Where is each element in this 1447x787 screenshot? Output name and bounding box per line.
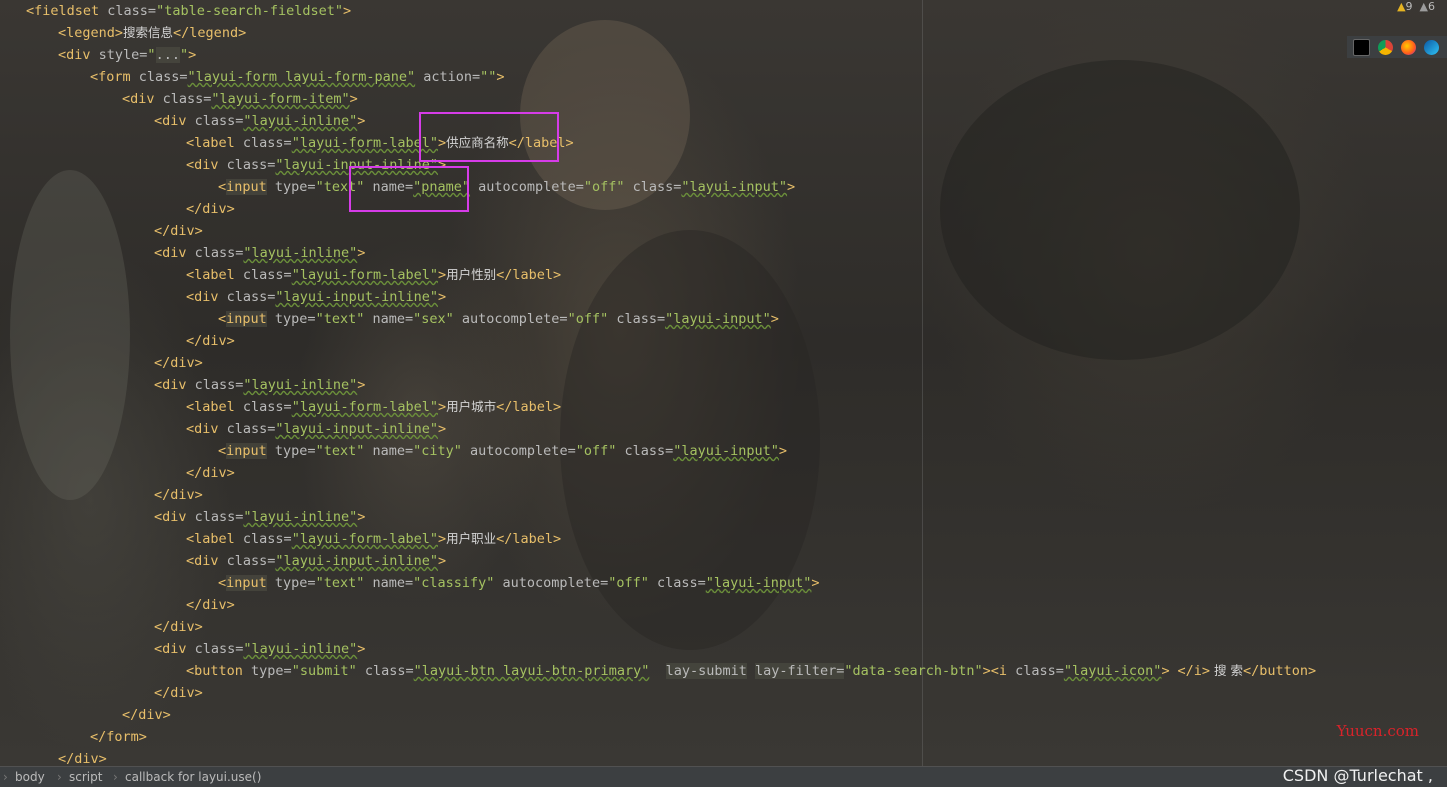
code-line: </div> xyxy=(186,597,235,613)
code-line: </div> xyxy=(186,465,235,481)
breadcrumb-separator-icon: › xyxy=(57,770,62,784)
code-line: <button type="submit" class="layui-btn l… xyxy=(186,663,1317,679)
status-bar: › body › script › callback for layui.use… xyxy=(0,766,1447,787)
code-line: <form class="layui-form layui-form-pane"… xyxy=(90,69,505,85)
watermark: Yuucn.com xyxy=(1336,722,1419,740)
warning-icon: ▲ xyxy=(1397,0,1406,13)
inspection-widget[interactable]: ▲9 ▲6 xyxy=(1397,0,1435,14)
code-line: <input type="text" name="classify" autoc… xyxy=(218,575,820,591)
folded-code: ... xyxy=(155,47,180,63)
code-line: <input type="text" name="sex" autocomple… xyxy=(218,311,779,327)
code-line: </div> xyxy=(154,619,203,635)
firefox-icon[interactable] xyxy=(1401,39,1416,55)
highlight-box-pname xyxy=(349,166,469,212)
code-line: <label class="layui-form-label">用户性别</la… xyxy=(186,267,562,283)
code-editor[interactable]: <fieldset class="table-search-fieldset">… xyxy=(0,0,1447,767)
warning-count: 9 xyxy=(1405,0,1413,13)
code-line: </div> xyxy=(186,333,235,349)
code-line: <input type="text" name="city" autocompl… xyxy=(218,443,788,459)
csdn-watermark: CSDN @Turlechat , xyxy=(1282,766,1433,785)
chrome-icon[interactable] xyxy=(1378,39,1393,55)
code-line: <legend>搜索信息</legend> xyxy=(58,25,247,41)
code-line: <div class="layui-inline"> xyxy=(154,245,366,261)
code-line: <div class="layui-inline"> xyxy=(154,641,366,657)
code-line: <div class="layui-input-inline"> xyxy=(186,421,447,437)
background-statue xyxy=(10,170,130,500)
highlight-box-supplier-label xyxy=(419,112,559,162)
breadcrumb-separator-icon: › xyxy=(113,770,118,784)
intellij-icon[interactable] xyxy=(1353,38,1370,56)
code-line: </div> xyxy=(58,751,107,767)
code-line: </div> xyxy=(154,355,203,371)
code-line: <div class="layui-inline"> xyxy=(154,377,366,393)
breadcrumb-item-script[interactable]: script xyxy=(69,770,102,784)
code-line: </form> xyxy=(90,729,147,745)
breadcrumb-separator-icon: › xyxy=(3,770,8,784)
browser-preview-bar xyxy=(1347,36,1447,58)
code-line: <div class="layui-inline"> xyxy=(154,509,366,525)
code-line: <input type="text" name="pname" autocomp… xyxy=(218,179,796,195)
code-line: <div style="..."> xyxy=(58,47,197,63)
breadcrumb-item-callback[interactable]: callback for layui.use() xyxy=(125,770,261,784)
right-margin-guide xyxy=(922,0,923,767)
code-line: </div> xyxy=(154,223,203,239)
code-line: <fieldset class="table-search-fieldset"> xyxy=(26,3,352,19)
code-line: <div class="layui-input-inline"> xyxy=(186,553,447,569)
code-line: </div> xyxy=(154,685,203,701)
weak-warning-icon: ▲ xyxy=(1419,0,1428,13)
code-line: <div class="layui-input-inline"> xyxy=(186,289,447,305)
code-line: <div class="layui-form-item"> xyxy=(122,91,358,107)
code-line: </div> xyxy=(154,487,203,503)
weak-warning-count: 6 xyxy=(1428,0,1435,13)
breadcrumb-item-body[interactable]: body xyxy=(15,770,45,784)
edge-icon[interactable] xyxy=(1424,39,1439,55)
code-line: </div> xyxy=(122,707,171,723)
code-line: <div class="layui-inline"> xyxy=(154,113,366,129)
code-line: </div> xyxy=(186,201,235,217)
background-horse xyxy=(940,60,1300,360)
code-line: <label class="layui-form-label">用户城市</la… xyxy=(186,399,562,415)
code-line: <label class="layui-form-label">用户职业</la… xyxy=(186,531,562,547)
